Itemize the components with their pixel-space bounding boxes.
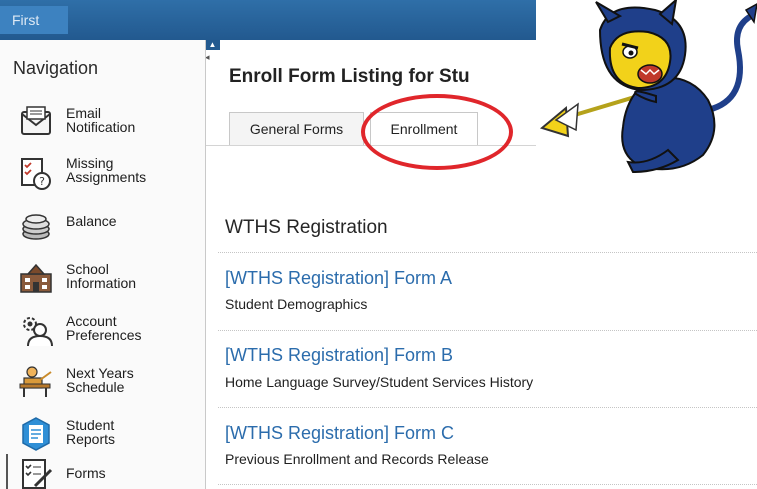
top-bar: First — [0, 0, 536, 40]
sidebar-item-email-notification[interactable]: Email Notification — [0, 98, 205, 148]
sidebar-item-label: Balance — [66, 213, 117, 229]
sidebar-item-label: Account — [66, 313, 117, 329]
divider — [218, 252, 757, 253]
sidebar-item-label: Information — [66, 275, 137, 291]
divider — [218, 330, 757, 331]
sidebar-item-next-years-schedule[interactable]: Next Years Schedule — [0, 358, 205, 408]
tab-general-forms[interactable]: General Forms — [229, 112, 364, 146]
sidebar-item-label: Assignments — [66, 169, 147, 185]
sidebar-item-label: Preferences — [66, 327, 142, 343]
page-title: Enroll Form Listing for Stu — [229, 66, 470, 87]
sidebar-item-missing-assignments[interactable]: ? Missing Assignments — [0, 150, 205, 200]
sidebar-item-label: Notification — [66, 119, 136, 135]
coins-icon — [22, 214, 50, 240]
highlight-circle — [361, 94, 513, 170]
email-icon — [21, 106, 51, 135]
school-icon — [20, 263, 52, 293]
student-desk-icon — [19, 366, 52, 397]
sidebar-item-label: Next Years — [66, 365, 134, 381]
sidebar-item-balance[interactable]: Balance — [0, 202, 205, 252]
sidebar-item-account-preferences[interactable]: Account Preferences — [0, 306, 205, 356]
section-heading: WTHS Registration — [225, 217, 388, 238]
forms-icon — [22, 459, 53, 489]
sidebar-item-label: Email — [66, 105, 102, 121]
devil-mascot-image — [539, 0, 757, 174]
svg-text:?: ? — [39, 175, 45, 188]
navigation-title: Navigation — [13, 58, 99, 78]
sidebar-item-school-information[interactable]: School Information — [0, 254, 205, 304]
report-icon — [22, 417, 50, 451]
form-b-link[interactable]: [WTHS Registration] Form B — [225, 345, 453, 366]
sidebar-item-forms[interactable]: Forms — [0, 450, 205, 489]
form-a-link[interactable]: [WTHS Registration] Form A — [225, 268, 452, 289]
sidebar-item-label: Forms — [66, 465, 106, 481]
sidebar-item-label: School — [66, 261, 109, 277]
missing-assignments-icon: ? — [21, 158, 51, 190]
gears-user-icon — [23, 317, 53, 347]
sidebar-item-label: Missing — [66, 155, 114, 171]
sidebar-item-label: Reports — [66, 431, 116, 447]
form-a-description: Student Demographics — [225, 296, 368, 312]
divider — [218, 407, 757, 408]
divider — [218, 484, 757, 485]
collapse-sidebar-button[interactable]: ▲ — [205, 40, 220, 50]
form-b-description: Home Language Survey/Student Services Hi… — [225, 374, 534, 390]
first-tab[interactable]: First — [0, 6, 68, 34]
form-c-link[interactable]: [WTHS Registration] Form C — [225, 423, 454, 444]
sidebar: Navigation Email Notification ? Missing … — [0, 40, 206, 489]
sidebar-item-label: Schedule — [66, 379, 125, 395]
form-c-description: Previous Enrollment and Records Release — [225, 451, 489, 467]
sidebar-item-label: Student — [66, 417, 115, 433]
